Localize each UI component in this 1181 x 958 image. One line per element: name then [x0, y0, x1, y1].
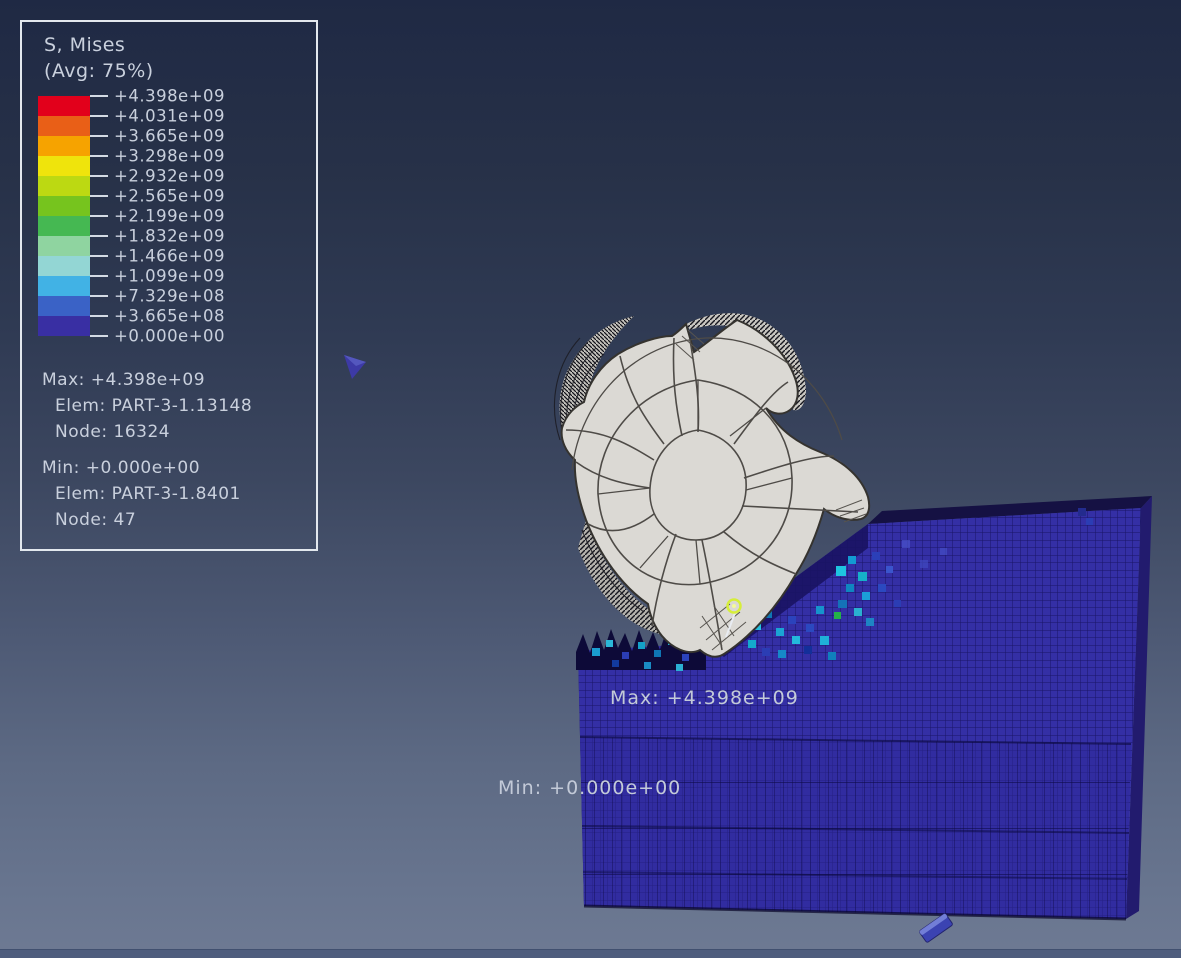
legend-band [38, 96, 90, 116]
contour-legend: S, Mises (Avg: 75%) +4.398e+09 +4.031e+0… [20, 20, 318, 551]
legend-tick [90, 115, 108, 117]
legend-tick [90, 315, 108, 317]
legend-tick-label: +3.298e+09 [114, 147, 225, 166]
legend-band [38, 276, 90, 296]
legend-tick-label: +7.329e+08 [114, 287, 225, 306]
legend-tick [90, 195, 108, 197]
legend-tick [90, 295, 108, 297]
legend-max-value: Max: +4.398e+09 [42, 370, 205, 390]
legend-tick-label: +3.665e+09 [114, 127, 225, 146]
viewport-bottom-strip [0, 949, 1181, 958]
legend-band [38, 136, 90, 156]
legend-tick-label: +3.665e+08 [114, 307, 225, 326]
legend-tick-label: +2.932e+09 [114, 167, 225, 186]
legend-band [38, 196, 90, 216]
viewport-min-annotation: Min: +0.000e+00 [498, 777, 681, 799]
legend-tick-label: +1.466e+09 [114, 247, 225, 266]
abaqus-viewport[interactable]: Max: +4.398e+09 Min: +0.000e+00 S, Mises… [0, 0, 1181, 958]
legend-tick [90, 175, 108, 177]
legend-tick-label: +2.199e+09 [114, 207, 225, 226]
legend-tick [90, 95, 108, 97]
legend-band [38, 256, 90, 276]
legend-band [38, 156, 90, 176]
viewport-max-annotation: Max: +4.398e+09 [610, 687, 799, 709]
legend-max-node: Node: 16324 [55, 422, 170, 442]
legend-tick-label: +0.000e+00 [114, 327, 225, 346]
legend-tick-label: +2.565e+09 [114, 187, 225, 206]
legend-tick-label: +1.099e+09 [114, 267, 225, 286]
legend-tick [90, 335, 108, 337]
legend-band [38, 296, 90, 316]
chip-fragment-left [344, 355, 366, 379]
legend-tick [90, 135, 108, 137]
legend-min-value: Min: +0.000e+00 [42, 458, 200, 478]
legend-band [38, 316, 90, 336]
chip-fragment-bottom [919, 913, 953, 943]
legend-band [38, 236, 90, 256]
legend-min-node: Node: 47 [55, 510, 136, 530]
legend-tick-label: +4.398e+09 [114, 87, 225, 106]
legend-band [38, 116, 90, 136]
legend-min-elem: Elem: PART-3-1.8401 [55, 484, 241, 504]
legend-tick-label: +1.832e+09 [114, 227, 225, 246]
legend-subtitle: (Avg: 75%) [44, 60, 154, 82]
legend-band [38, 176, 90, 196]
legend-tick [90, 275, 108, 277]
legend-title: S, Mises [44, 34, 125, 56]
legend-tick [90, 255, 108, 257]
legend-tick-label: +4.031e+09 [114, 107, 225, 126]
legend-max-elem: Elem: PART-3-1.13148 [55, 396, 252, 416]
legend-tick [90, 155, 108, 157]
legend-band [38, 216, 90, 236]
legend-tick [90, 235, 108, 237]
legend-tick [90, 215, 108, 217]
